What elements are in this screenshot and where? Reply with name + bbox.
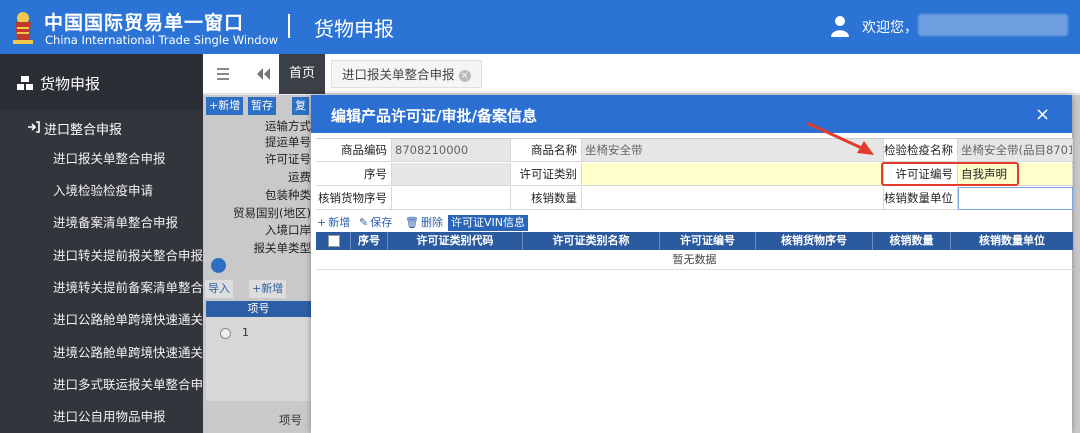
writeoff-unit-label: 核销数量单位: [884, 187, 958, 210]
bg-label: 入境口岸: [265, 223, 311, 237]
bg-table-header: 项号: [206, 301, 311, 317]
column-header[interactable]: 许可证类别代码: [388, 232, 523, 250]
close-icon[interactable]: ×: [1035, 104, 1050, 125]
bg-add2-button[interactable]: +新增: [249, 280, 287, 298]
trash-icon: 🗑: [405, 216, 419, 229]
tab-close-icon[interactable]: ×: [458, 69, 471, 82]
row-number: 1: [242, 326, 249, 339]
writeoff-qty-input[interactable]: [582, 187, 884, 210]
column-header[interactable]: 许可证编号: [660, 232, 756, 250]
edit-icon: ✎: [359, 216, 369, 229]
column-header[interactable]: 序号: [351, 232, 388, 250]
writeoff-seq-input[interactable]: [392, 187, 511, 210]
sidebar-item[interactable]: 进口转关提前报关整合申报: [0, 240, 203, 272]
goods-name-field[interactable]: 坐椅安全带: [582, 139, 884, 162]
user-icon[interactable]: [830, 15, 850, 37]
writeoff-qty-label: 核销数量: [511, 187, 582, 210]
select-all-checkbox[interactable]: [328, 235, 340, 247]
header-divider: [288, 14, 290, 38]
dialog-title: 编辑产品许可证/审批/备案信息: [331, 107, 537, 125]
bg-copy-button[interactable]: 复: [292, 97, 309, 115]
bg-save-button[interactable]: 暂存: [248, 97, 276, 115]
goods-code-label: 商品编码: [316, 139, 392, 162]
delete-button-label: 删除: [420, 216, 443, 229]
tab-bar: 首页 进口报关单整合申报 ×: [203, 54, 1080, 94]
username-redacted: [918, 14, 1068, 36]
column-header[interactable]: 核销货物序号: [756, 232, 873, 250]
sidebar-item[interactable]: 进口公自用物品申报: [0, 401, 203, 433]
ciq-name-label: 检验检疫名称: [884, 139, 958, 162]
license-type-label: 许可证类别: [511, 163, 582, 186]
select-all-cell: [316, 232, 351, 250]
sidebar-item[interactable]: 进境转关提前备案清单整合申报: [0, 272, 203, 304]
license-type-select[interactable]: [582, 163, 884, 186]
customs-emblem-icon: [13, 12, 33, 44]
bg-label: 提运单号: [265, 135, 311, 149]
seq-field[interactable]: [392, 163, 511, 186]
cubes-icon: [17, 76, 33, 90]
goods-name-label: 商品名称: [511, 139, 582, 162]
expand-circle-icon[interactable]: [211, 258, 226, 273]
add-button[interactable]: + 新增: [317, 215, 350, 231]
background-toolbar-2: 导入 +新增: [203, 280, 313, 298]
writeoff-unit-input[interactable]: [958, 187, 1073, 210]
license-vin-button[interactable]: 许可证VIN信息: [448, 215, 528, 231]
writeoff-seq-label: 核销货物序号: [316, 187, 392, 210]
sidebar-group-label: 进口整合申报: [44, 123, 123, 138]
double-chevron-left-icon[interactable]: [255, 67, 271, 81]
license-edit-dialog: 编辑产品许可证/审批/备案信息 × 商品编码 8708210000 商品名称 坐…: [311, 95, 1073, 433]
brand-name-en: China International Trade Single Window: [45, 33, 279, 47]
sidebar-group-import[interactable]: 进口整合申报: [0, 114, 203, 142]
bg-label: 贸易国别(地区): [233, 206, 311, 220]
menu-icon[interactable]: [215, 66, 231, 82]
sidebar-item[interactable]: 进口公路舱单跨境快速通关: [0, 304, 203, 336]
tab-import-declaration[interactable]: 进口报关单整合申报 ×: [331, 60, 482, 88]
sidebar-item[interactable]: 入境检验检疫申请: [0, 175, 203, 207]
add-button-label: 新增: [328, 216, 351, 229]
brand-name-cn: 中国国际贸易单一窗口: [44, 12, 245, 34]
bg-label: 包装种类: [265, 188, 311, 202]
sidebar-item[interactable]: 进境备案清单整合申报: [0, 207, 203, 239]
bg-add-button[interactable]: +新增: [206, 97, 244, 115]
app-header: 中国国际贸易单一窗口 China International Trade Sin…: [0, 0, 1080, 54]
save-button[interactable]: ✎ 保存: [359, 215, 392, 231]
bg-label: 报关单类型: [253, 241, 312, 255]
sidebar-item[interactable]: 进境公路舱单跨境快速通关: [0, 337, 203, 369]
sidebar-item[interactable]: 进口报关单整合申报: [0, 143, 203, 175]
ciq-name-field[interactable]: 坐椅安全带(品目8701: [958, 139, 1073, 162]
welcome-text: 欢迎您，: [862, 20, 918, 36]
sidebar: 货物申报 进口整合申报 进口报关单整合申报 入境检验检疫申请 进境备案清单整合申…: [0, 54, 203, 433]
tab-label: 进口报关单整合申报: [342, 67, 455, 82]
background-table: 项号 1: [206, 301, 311, 401]
column-header[interactable]: 核销数量单位: [951, 232, 1073, 250]
dialog-header: 编辑产品许可证/审批/备案信息 ×: [311, 95, 1072, 133]
plus-icon: +: [317, 216, 327, 229]
column-header[interactable]: 许可证类别名称: [523, 232, 660, 250]
bg-label: 运费: [288, 170, 311, 184]
bg-label: 许可证号: [265, 152, 311, 166]
column-header[interactable]: 核销数量: [873, 232, 951, 250]
license-no-highlight-box: [881, 162, 1019, 186]
bg-bottom-label: 项号: [279, 413, 302, 427]
grid-empty-text: 暂无数据: [316, 250, 1073, 270]
sidebar-item[interactable]: 进口多式联运报关单整合申报: [0, 369, 203, 401]
sidebar-header[interactable]: 货物申报: [0, 54, 203, 110]
goods-code-field[interactable]: 8708210000: [392, 139, 511, 162]
tab-home[interactable]: 首页: [279, 54, 325, 94]
license-grid-header: 序号 许可证类别代码 许可证类别名称 许可证编号 核销货物序号 核销数量 核销数…: [316, 232, 1073, 250]
sign-in-icon: [28, 121, 40, 133]
seq-label: 序号: [316, 163, 392, 186]
bg-import-button[interactable]: 导入: [205, 280, 233, 298]
row-radio[interactable]: [220, 328, 231, 339]
delete-button[interactable]: 🗑 删除: [405, 215, 443, 231]
header-title: 货物申报: [314, 17, 394, 41]
save-button-label: 保存: [370, 216, 393, 229]
sidebar-header-label: 货物申报: [40, 75, 101, 93]
bg-label: 运输方式: [265, 119, 311, 133]
